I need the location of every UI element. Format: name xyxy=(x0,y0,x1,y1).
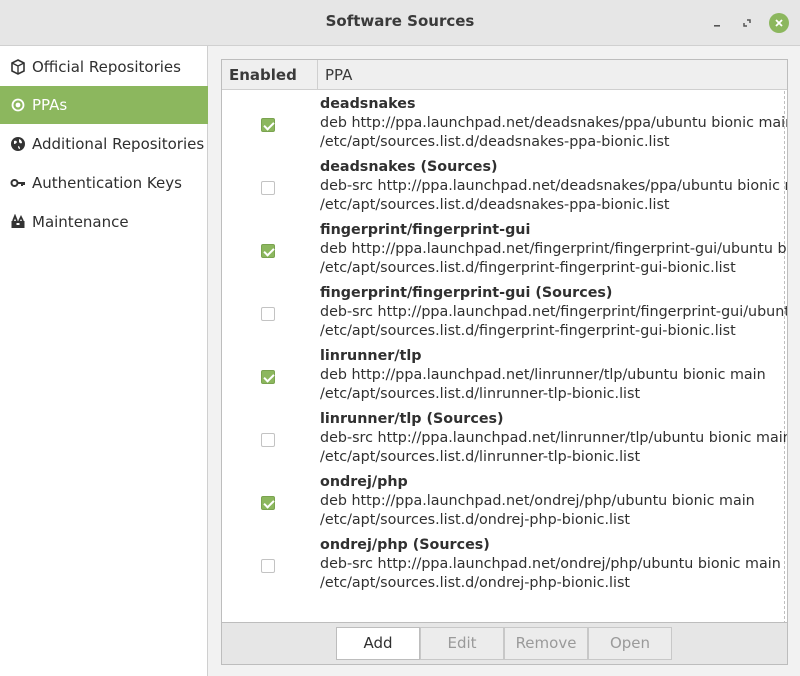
minimize-icon xyxy=(714,25,720,27)
ppa-file-path: /etc/apt/sources.list.d/fingerprint-fing… xyxy=(320,323,736,339)
ppa-source-line: deb-src http://ppa.launchpad.net/ondrej/… xyxy=(320,556,781,572)
ppa-name: ondrej/php (Sources) xyxy=(320,537,490,553)
sidebar-item-additional-repositories[interactable]: Additional Repositories xyxy=(0,125,208,163)
sidebar-item-label: PPAs xyxy=(32,96,68,114)
sidebar-item-label: Additional Repositories xyxy=(32,135,205,153)
close-icon xyxy=(775,19,783,27)
ppa-file-path: /etc/apt/sources.list.d/fingerprint-fing… xyxy=(320,260,736,276)
globe-icon xyxy=(11,137,25,151)
radio-dot-icon xyxy=(11,98,25,112)
ppa-name: linrunner/tlp (Sources) xyxy=(320,411,504,427)
ppa-source-line: deb-src http://ppa.launchpad.net/linrunn… xyxy=(320,430,788,446)
ppa-name: deadsnakes (Sources) xyxy=(320,159,498,175)
maximize-button[interactable] xyxy=(737,13,757,33)
close-button[interactable] xyxy=(769,13,789,33)
column-header-ppa[interactable]: PPA xyxy=(318,60,787,90)
package-icon xyxy=(11,59,25,75)
ppa-source-line: deb http://ppa.launchpad.net/fingerprint… xyxy=(320,241,787,257)
ppa-panel: Enabled PPA deadsnakes deb http://ppa.la… xyxy=(209,46,800,676)
sidebar-item-label: Authentication Keys xyxy=(32,174,182,192)
enabled-checkbox[interactable] xyxy=(261,370,275,384)
sidebar-item-ppas[interactable]: PPAs xyxy=(0,86,208,124)
ppa-name: fingerprint/fingerprint-gui (Sources) xyxy=(320,285,613,301)
table-row[interactable]: linrunner/tlp deb http://ppa.launchpad.n… xyxy=(222,345,787,408)
edit-button[interactable]: Edit xyxy=(420,627,504,660)
ppa-name: ondrej/php xyxy=(320,474,408,490)
enabled-checkbox[interactable] xyxy=(261,181,275,195)
ppa-name: deadsnakes xyxy=(320,96,416,112)
table-row[interactable]: fingerprint/fingerprint-gui (Sources) de… xyxy=(222,282,788,345)
ppa-entry: ondrej/php deb http://ppa.launchpad.net/… xyxy=(320,473,787,530)
ppa-file-path: /etc/apt/sources.list.d/ondrej-php-bioni… xyxy=(320,575,631,591)
ppa-entry: fingerprint/fingerprint-gui (Sources) de… xyxy=(320,284,788,341)
ppa-file-path: /etc/apt/sources.list.d/ondrej-php-bioni… xyxy=(320,512,631,528)
ppa-file-path: /etc/apt/sources.list.d/linrunner-tlp-bi… xyxy=(320,449,641,465)
column-header-enabled[interactable]: Enabled xyxy=(222,60,318,90)
ppa-source-line: deb-src http://ppa.launchpad.net/deadsna… xyxy=(320,178,788,194)
software-sources-window: Software Sources Official Repositories P… xyxy=(0,0,800,676)
sidebar-item-official-repositories[interactable]: Official Repositories xyxy=(0,48,208,86)
add-button[interactable]: Add xyxy=(336,627,420,660)
ppa-file-path: /etc/apt/sources.list.d/linrunner-tlp-bi… xyxy=(320,386,641,402)
ppa-source-line: deb http://ppa.launchpad.net/ondrej/php/… xyxy=(320,493,755,509)
toolbox-icon xyxy=(11,214,25,228)
ppa-entry: deadsnakes (Sources) deb-src http://ppa.… xyxy=(320,158,788,215)
enabled-checkbox[interactable] xyxy=(261,496,275,510)
enabled-checkbox[interactable] xyxy=(261,433,275,447)
sidebar-item-maintenance[interactable]: Maintenance xyxy=(0,203,208,241)
ppa-file-path: /etc/apt/sources.list.d/deadsnakes-ppa-b… xyxy=(320,134,670,150)
ppa-source-line: deb-src http://ppa.launchpad.net/fingerp… xyxy=(320,304,788,320)
key-icon xyxy=(10,179,25,187)
ppa-file-path: /etc/apt/sources.list.d/deadsnakes-ppa-b… xyxy=(320,197,670,213)
ppa-entry: deadsnakes deb http://ppa.launchpad.net/… xyxy=(320,95,788,152)
ppa-list[interactable]: Enabled PPA deadsnakes deb http://ppa.la… xyxy=(221,59,788,623)
ppa-source-line: deb http://ppa.launchpad.net/linrunner/t… xyxy=(320,367,766,383)
ppa-name: fingerprint/fingerprint-gui xyxy=(320,222,531,238)
enabled-checkbox[interactable] xyxy=(261,244,275,258)
minimize-button[interactable] xyxy=(707,13,727,33)
ppa-entry: ondrej/php (Sources) deb-src http://ppa.… xyxy=(320,536,787,593)
ppa-entry: linrunner/tlp deb http://ppa.launchpad.n… xyxy=(320,347,787,404)
maximize-icon xyxy=(743,19,751,27)
column-header: Enabled PPA xyxy=(222,60,787,90)
open-button[interactable]: Open xyxy=(588,627,672,660)
ppa-toolbar: Add Edit Remove Open xyxy=(221,623,788,665)
ppa-entry: fingerprint/fingerprint-gui deb http://p… xyxy=(320,221,787,278)
table-row[interactable]: ondrej/php (Sources) deb-src http://ppa.… xyxy=(222,534,787,597)
title-bar[interactable]: Software Sources xyxy=(0,0,800,46)
ppa-source-line: deb http://ppa.launchpad.net/deadsnakes/… xyxy=(320,115,788,131)
sidebar: Official Repositories PPAs Additional Re… xyxy=(0,46,208,676)
sidebar-item-label: Maintenance xyxy=(32,213,129,231)
enabled-checkbox[interactable] xyxy=(261,307,275,321)
ppa-entry: linrunner/tlp (Sources) deb-src http://p… xyxy=(320,410,788,467)
table-row[interactable]: deadsnakes (Sources) deb-src http://ppa.… xyxy=(222,156,788,219)
remove-button[interactable]: Remove xyxy=(504,627,588,660)
sidebar-item-label: Official Repositories xyxy=(32,58,181,76)
ppa-name: linrunner/tlp xyxy=(320,348,422,364)
sidebar-item-authentication-keys[interactable]: Authentication Keys xyxy=(0,164,208,202)
enabled-checkbox[interactable] xyxy=(261,118,275,132)
table-row[interactable]: deadsnakes deb http://ppa.launchpad.net/… xyxy=(222,93,788,156)
table-row[interactable]: fingerprint/fingerprint-gui deb http://p… xyxy=(222,219,787,282)
table-row[interactable]: linrunner/tlp (Sources) deb-src http://p… xyxy=(222,408,788,471)
table-row[interactable]: ondrej/php deb http://ppa.launchpad.net/… xyxy=(222,471,787,534)
enabled-checkbox[interactable] xyxy=(261,559,275,573)
window-title: Software Sources xyxy=(325,12,475,30)
